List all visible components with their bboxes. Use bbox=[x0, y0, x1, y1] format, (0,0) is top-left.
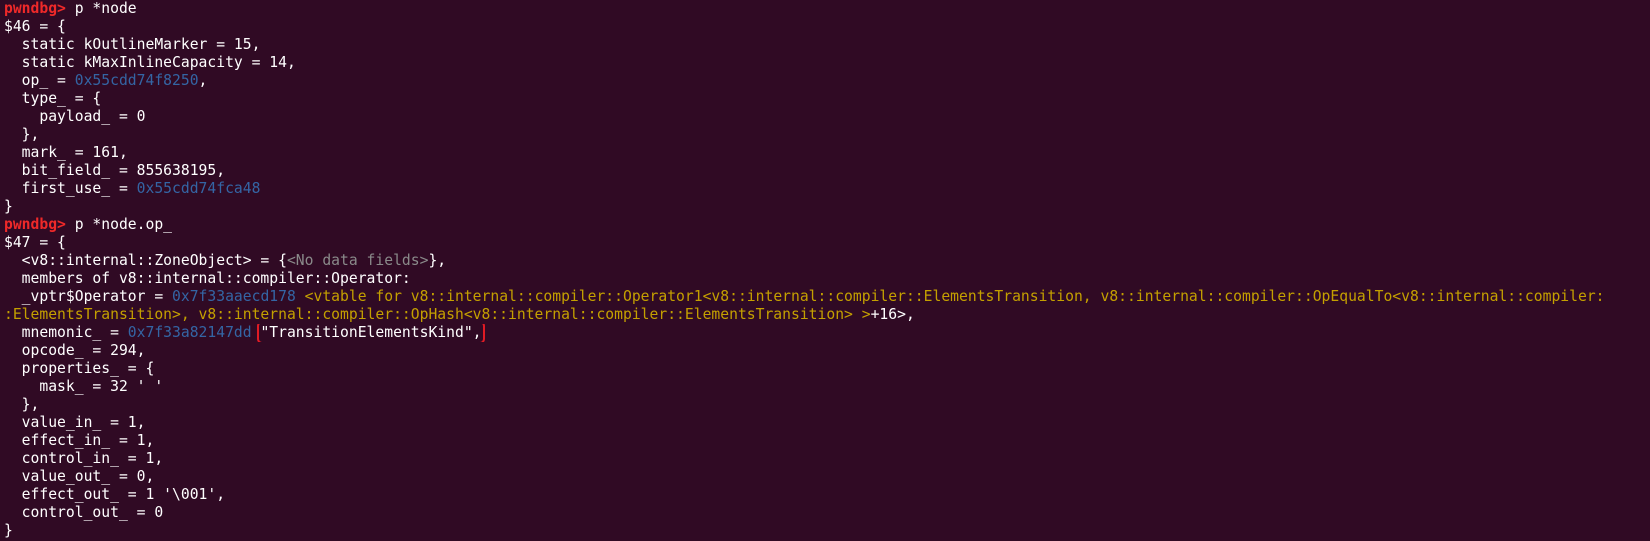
output-line: effect_in_ = 1, bbox=[4, 432, 155, 449]
output-line: opcode_ = 294, bbox=[4, 342, 146, 359]
terminal-window[interactable]: pwndbg> p *node $46 = { static kOutlineM… bbox=[0, 0, 1650, 541]
output-line: type_ = { bbox=[4, 90, 102, 107]
command-line-1: pwndbg> p *node bbox=[4, 0, 1650, 18]
prompt: pwndbg> bbox=[4, 0, 66, 17]
address-value: 0x7f33a82147dd bbox=[127, 324, 252, 341]
address-value: 0x55cdd74f8250 bbox=[74, 72, 199, 89]
output-line: mark_ = 161, bbox=[4, 144, 128, 161]
output-line: value_out_ = 0, bbox=[4, 468, 155, 485]
output-line: _vptr$Operator = 0x7f33aaecd178 <vtable … bbox=[4, 288, 1650, 306]
field-name: first_use_ = bbox=[4, 180, 137, 197]
field-name: op_ = bbox=[4, 72, 75, 89]
command-text: p *node bbox=[65, 0, 137, 17]
output-line: static kMaxInlineCapacity = 14, bbox=[4, 54, 296, 71]
command-text: p *node.op_ bbox=[65, 216, 173, 233]
output-line: :ElementsTransition>, v8::internal::comp… bbox=[4, 306, 1650, 324]
output-line: static kOutlineMarker = 15, bbox=[4, 36, 261, 53]
punctuation: , bbox=[198, 72, 208, 89]
output-line: }, bbox=[4, 396, 40, 413]
output-line: <v8::internal::ZoneObject> = {<No data f… bbox=[4, 252, 1650, 270]
output-line: value_in_ = 1, bbox=[4, 414, 146, 431]
output-line: control_in_ = 1, bbox=[4, 450, 164, 467]
output-line: effect_out_ = 1 '\001', bbox=[4, 486, 226, 503]
output-line: first_use_ = 0x55cdd74fca48 bbox=[4, 180, 1650, 198]
output-line: bit_field_ = 855638195, bbox=[4, 162, 226, 179]
prompt: pwndbg> bbox=[4, 216, 66, 233]
output-line: properties_ = { bbox=[4, 360, 155, 377]
output-line: members of v8::internal::compiler::Opera… bbox=[4, 270, 411, 287]
field-name: _vptr$Operator = bbox=[4, 288, 173, 305]
output-line: } bbox=[4, 522, 13, 539]
no-data-text: <No data fields> bbox=[286, 252, 429, 269]
output-line: payload_ = 0 bbox=[4, 108, 146, 125]
punctuation: +16>, bbox=[870, 306, 915, 323]
output-line: $47 = { bbox=[4, 234, 66, 251]
output-line: }, bbox=[4, 126, 40, 143]
field-name: <v8::internal::ZoneObject> = { bbox=[4, 252, 287, 269]
output-line: } bbox=[4, 198, 13, 215]
address-value: 0x7f33aaecd178 bbox=[172, 288, 296, 305]
field-name: mnemonic_ = bbox=[4, 324, 128, 341]
address-value: 0x55cdd74fca48 bbox=[136, 180, 261, 197]
output-line: mask_ = 32 ' ' bbox=[4, 378, 164, 395]
symbol-text: :ElementsTransition>, v8::internal::comp… bbox=[4, 306, 871, 323]
output-line: control_out_ = 0 bbox=[4, 504, 1650, 522]
highlighted-mnemonic: "TransitionElementsKind", bbox=[257, 324, 485, 342]
output-line: mnemonic_ = 0x7f33a82147dd "TransitionEl… bbox=[4, 324, 1650, 342]
field-name: control_out_ = 0 bbox=[4, 504, 164, 521]
output-line: op_ = 0x55cdd74f8250, bbox=[4, 72, 1650, 90]
symbol-text: <vtable for v8::internal::compiler::Oper… bbox=[295, 288, 1605, 305]
punctuation: }, bbox=[428, 252, 447, 269]
output-line: $46 = { bbox=[4, 18, 66, 35]
command-line-2: pwndbg> p *node.op_ bbox=[4, 216, 1650, 234]
